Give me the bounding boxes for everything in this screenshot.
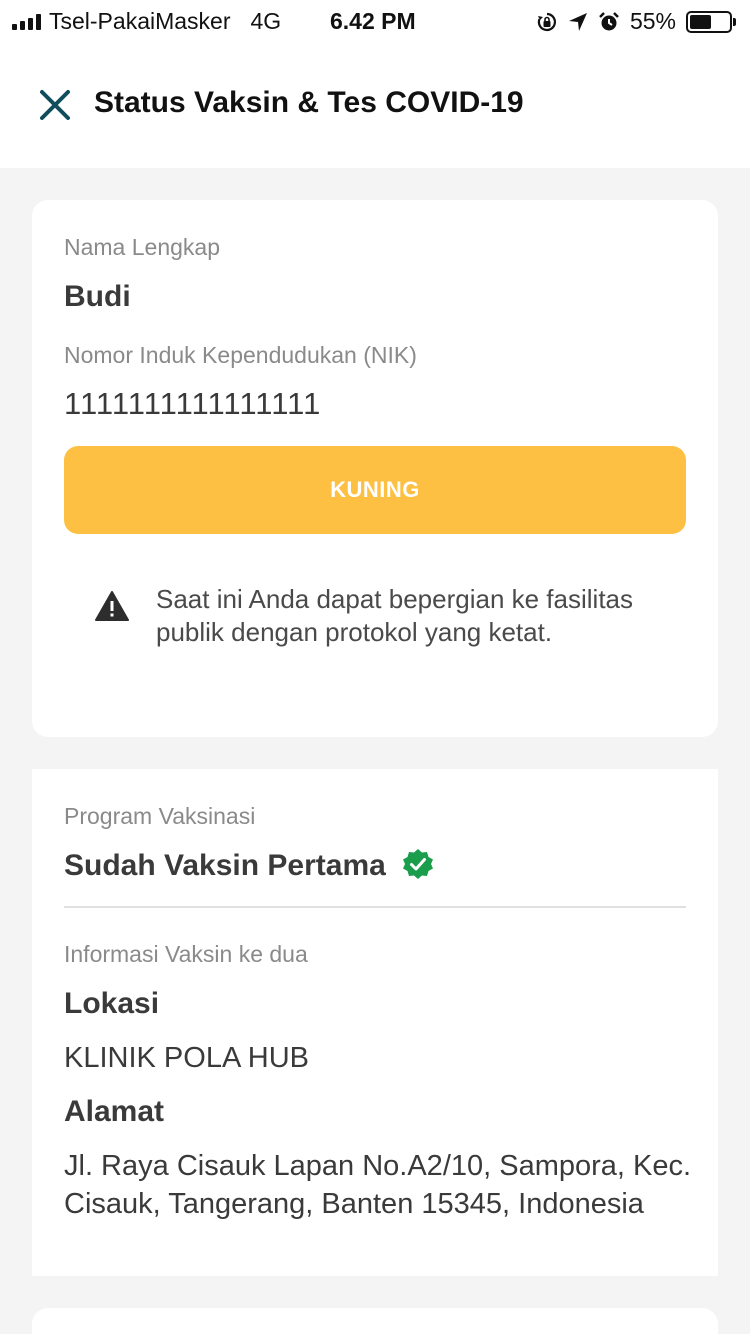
page-title: Status Vaksin & Tes COVID-19	[94, 86, 524, 119]
vaccine-info-label: Informasi Vaksin ke dua	[64, 941, 308, 967]
name-label: Nama Lengkap	[64, 234, 220, 260]
nik-value: 1111111111111111	[64, 386, 322, 421]
identity-card: Nama Lengkap Budi Nomor Induk Kependuduk…	[32, 200, 718, 737]
verified-badge-icon	[403, 849, 433, 879]
carrier-name: Tsel-PakaiMasker	[49, 8, 231, 34]
alarm-icon	[599, 11, 619, 30]
location-arrow-icon	[568, 12, 587, 31]
vaccine-status: Sudah Vaksin Pertama	[64, 849, 386, 882]
battery-percent: 55%	[629, 8, 676, 34]
battery-icon	[686, 10, 736, 33]
clock: 6.42 PM	[330, 8, 416, 34]
status-bar-right: 55%	[536, 8, 736, 35]
app-header: Status Vaksin & Tes COVID-19	[0, 40, 750, 168]
location-label: Lokasi	[64, 987, 160, 1020]
nik-label: Nomor Induk Kependudukan (NIK)	[64, 342, 417, 368]
address-value: Jl. Raya Cisauk Lapan No.A2/10, Sampora,…	[64, 1150, 692, 1220]
full-name: Budi	[64, 280, 131, 313]
location-value: KLINIK POLA HUB	[64, 1042, 309, 1074]
program-label: Program Vaksinasi	[64, 803, 256, 829]
vaccine-card: Program Vaksinasi Sudah Vaksin Pertama I…	[32, 769, 718, 1276]
network-type: 4G	[250, 8, 282, 34]
warning-message: Saat ini Anda dapat bepergian ke fasilit…	[156, 584, 634, 647]
status-color-button[interactable]: KUNING	[64, 446, 686, 534]
signal-strength-icon	[12, 13, 41, 30]
address-label: Alamat	[64, 1095, 165, 1128]
next-card	[32, 1308, 718, 1334]
status-bar-left: Tsel-PakaiMasker 4G	[12, 8, 281, 35]
warning-icon	[95, 591, 129, 621]
status-bar: Tsel-PakaiMasker 4G 6.42 PM 55%	[0, 0, 750, 40]
divider	[64, 906, 686, 908]
close-icon[interactable]	[36, 86, 74, 124]
orientation-lock-icon	[537, 12, 556, 31]
